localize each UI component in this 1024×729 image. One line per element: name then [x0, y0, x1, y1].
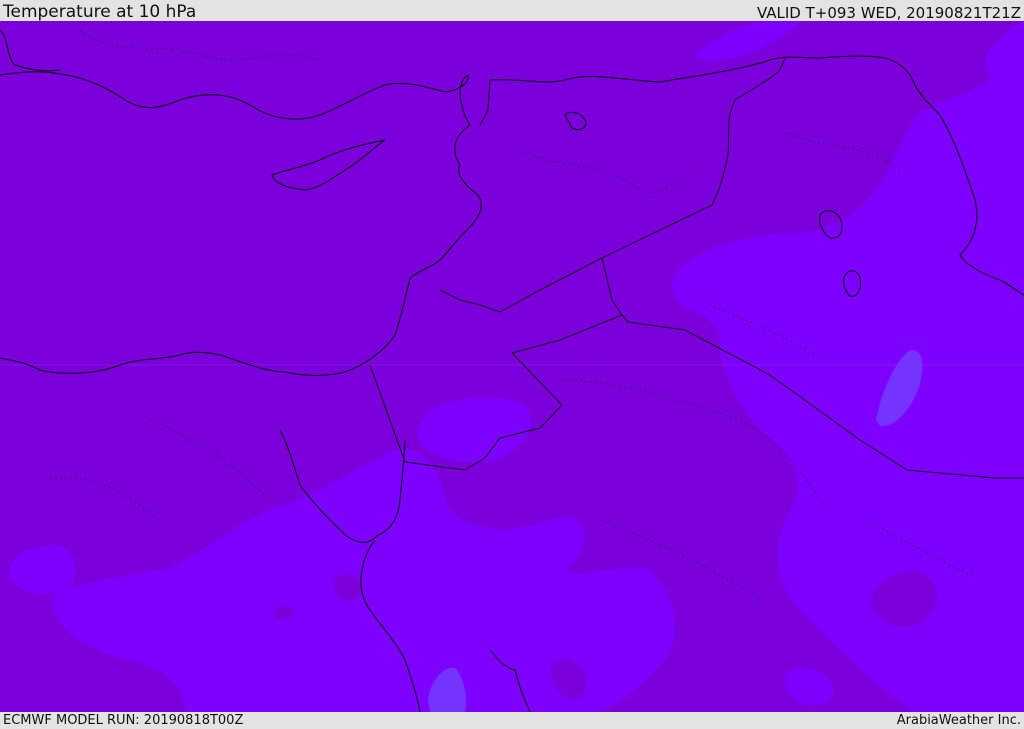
credit-label: ArabiaWeather Inc.: [896, 713, 1021, 728]
footer-bar: ECMWF MODEL RUN: 20190818T00Z ArabiaWeat…: [0, 712, 1024, 729]
model-run-label: ECMWF MODEL RUN: 20190818T00Z: [3, 713, 244, 728]
header-bar: Temperature at 10 hPa VALID T+093 WED, 2…: [0, 0, 1024, 21]
map-title: Temperature at 10 hPa: [3, 2, 197, 22]
temperature-map[interactable]: [0, 21, 1024, 712]
valid-time-label: VALID T+093 WED, 20190821T21Z: [756, 4, 1021, 22]
